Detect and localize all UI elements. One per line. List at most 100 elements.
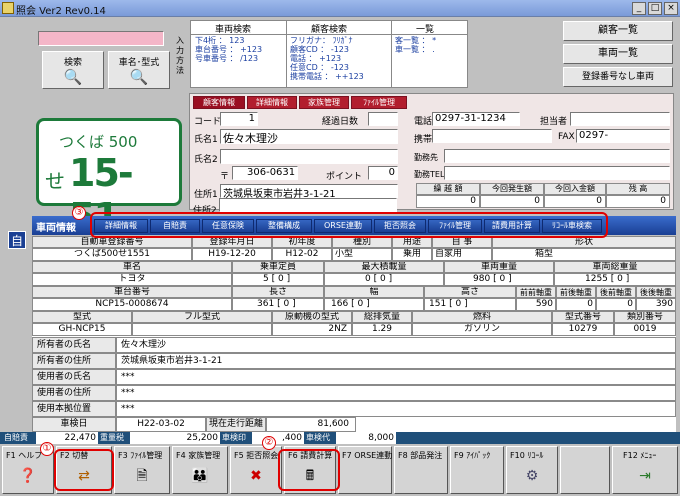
- v-gross-weight: 1255 [ 0 ]: [554, 273, 676, 286]
- f3-file-mgmt-button[interactable]: F3 ﾌｧｲﾙ管理 🗎: [114, 446, 170, 494]
- zip-field[interactable]: 306-0631: [232, 166, 298, 180]
- f9-label: F9 ｱｲﾊﾟｯｸ: [454, 451, 491, 460]
- user-name-label: 使用者の氏名: [32, 369, 116, 385]
- h-axle-rr: 後後軸重: [636, 286, 676, 298]
- f5-label: F5 拒否照会: [234, 451, 279, 460]
- minimize-button[interactable]: _: [632, 2, 646, 15]
- f9-ipack-button[interactable]: F9 ｱｲﾊﾟｯｸ: [450, 446, 504, 494]
- v-max-load: 0 [ 0 ]: [324, 273, 444, 286]
- max-load-value: 0: [365, 274, 371, 284]
- workplace-field[interactable]: [444, 149, 670, 163]
- addr2-field[interactable]: [219, 198, 397, 212]
- h-axle-ff: 前前軸重: [516, 286, 556, 298]
- v-body-shape: 箱型: [492, 248, 676, 261]
- customer-search-line-4: 任意CD ： -123: [290, 63, 349, 72]
- user-address-value: ***: [116, 385, 676, 401]
- work-phone-field[interactable]: [444, 166, 670, 180]
- f10-recall-button[interactable]: F10 ﾘｺｰﾙ ⚙: [506, 446, 558, 494]
- f5-reject-inquiry-button[interactable]: F5 拒否照会 ✖: [230, 446, 282, 494]
- ar-value-current: 0: [480, 195, 544, 208]
- fax-label: FAX: [558, 132, 575, 142]
- user-name-value: ***: [116, 369, 676, 385]
- v-car-name: トヨタ: [32, 273, 232, 286]
- search-button[interactable]: 検索 🔍: [42, 51, 104, 89]
- f1-label: F1 ヘルプ: [6, 451, 43, 460]
- model-search-button[interactable]: 車名･型式 🔍: [108, 51, 170, 89]
- weight-tax-label: 重量税: [100, 433, 124, 442]
- v-registration-date: H19-12-20: [192, 248, 272, 261]
- bracket-close: ]: [388, 274, 393, 284]
- gross-weight-value: 1255: [585, 274, 608, 284]
- staff-label: 担当者: [540, 117, 568, 127]
- name1-field[interactable]: 佐々木理沙: [220, 129, 398, 145]
- f12-menu-button[interactable]: F12 ﾒﾆｭｰ ⇥: [612, 446, 678, 494]
- phone-field[interactable]: 0297-31-1234: [432, 112, 520, 126]
- length-value: 361: [257, 299, 275, 309]
- user-address-label: 使用者の住所: [32, 385, 116, 401]
- ar-header-carryover: 繰 越 額: [416, 183, 480, 195]
- f7-label: F7 ORSE連動: [342, 451, 393, 460]
- close-button[interactable]: ×: [664, 2, 678, 15]
- staff-field[interactable]: [570, 112, 670, 126]
- f11-blank-button[interactable]: [560, 446, 610, 494]
- tab-customer-info[interactable]: 顧客情報: [193, 96, 245, 109]
- vehicle-info-title: 車両情報: [36, 223, 76, 234]
- list-line-1: 客一覧 ： *: [395, 36, 437, 45]
- bracket-close: ]: [366, 299, 370, 309]
- v-axle-rr: 390: [636, 298, 676, 311]
- customer-list-button[interactable]: 顧客一覧: [563, 21, 673, 41]
- v-fuel: ガソリン: [412, 323, 552, 336]
- h-width: 幅: [324, 286, 424, 298]
- ar-value-balance: 0: [606, 195, 670, 208]
- tab-family-mgmt[interactable]: 家族管理: [299, 96, 349, 109]
- customer-search-line-5: 携帯電話 ： ++123: [290, 72, 364, 81]
- max-load-sub: 0: [380, 274, 386, 284]
- name2-field[interactable]: [220, 149, 398, 164]
- h-class-number: 類別番号: [614, 311, 676, 323]
- h-max-load: 最大積載量: [324, 261, 444, 273]
- maximize-button[interactable]: □: [648, 2, 662, 15]
- recall-icon: ⚙: [525, 468, 539, 484]
- point-field[interactable]: 0: [368, 166, 398, 180]
- no-plate-vehicle-button[interactable]: 登録番号なし車両: [563, 67, 673, 87]
- code-field[interactable]: 1: [220, 112, 258, 126]
- vehicle-list-button[interactable]: 車両一覧: [563, 44, 673, 64]
- f8-parts-order-button[interactable]: F8 部品発注: [394, 446, 448, 494]
- point-label: ポイント: [326, 172, 363, 182]
- name2-label: 氏名2: [194, 155, 218, 165]
- v-chassis-number: NCP15-0008674: [32, 298, 232, 311]
- v-displacement: 1.29: [352, 323, 412, 336]
- v-class-number: 0019: [614, 323, 676, 336]
- f12-label: F12 ﾒﾆｭｰ: [623, 451, 657, 460]
- owner-name-value: 佐々木理沙: [116, 337, 676, 353]
- bracket-open: [: [493, 274, 497, 284]
- f10-label: F10 ﾘｺｰﾙ: [510, 451, 544, 460]
- customer-search-line-2: 顧客CD ： -123: [290, 45, 349, 54]
- inspection-fee-label: 車検代: [306, 433, 330, 442]
- code-label: コード: [194, 117, 222, 127]
- h-model: 型式: [32, 311, 132, 323]
- jibai-label: 自賠責: [4, 433, 28, 442]
- f7-orse-button[interactable]: F7 ORSE連動: [338, 446, 392, 494]
- v-axle-fr: 0: [556, 298, 596, 311]
- elapsed-days-label: 経過日数: [322, 117, 359, 127]
- v-usage: 乗用: [392, 248, 432, 261]
- tab-file-mgmt[interactable]: ﾌｧｲﾙ管理: [351, 96, 407, 109]
- search-icon: 🔍: [63, 68, 83, 86]
- h-car-name: 車名: [32, 261, 232, 273]
- stamp-value: ,400: [252, 432, 304, 444]
- phone-label: 電話: [414, 117, 433, 127]
- mileage-label: 現在走行距離: [206, 417, 266, 432]
- addr1-field[interactable]: 茨城県坂東市岩井3-1-21: [220, 184, 398, 200]
- f4-family-mgmt-button[interactable]: F4 家族管理 👪: [172, 446, 228, 494]
- search-input[interactable]: [38, 31, 164, 46]
- elapsed-days-field[interactable]: [368, 112, 398, 126]
- v-model: GH-NCP15: [32, 323, 132, 336]
- tab-detail-info[interactable]: 詳細情報: [247, 96, 297, 109]
- mobile-field[interactable]: [432, 129, 552, 143]
- h-model-number: 型式番号: [552, 311, 614, 323]
- title-bar: 照会 Ver2 Rev0.14 _ □ ×: [0, 0, 680, 17]
- zip-label: 〒: [220, 172, 230, 182]
- help-icon: ❓: [19, 468, 37, 484]
- fax-field[interactable]: 0297-: [576, 129, 670, 143]
